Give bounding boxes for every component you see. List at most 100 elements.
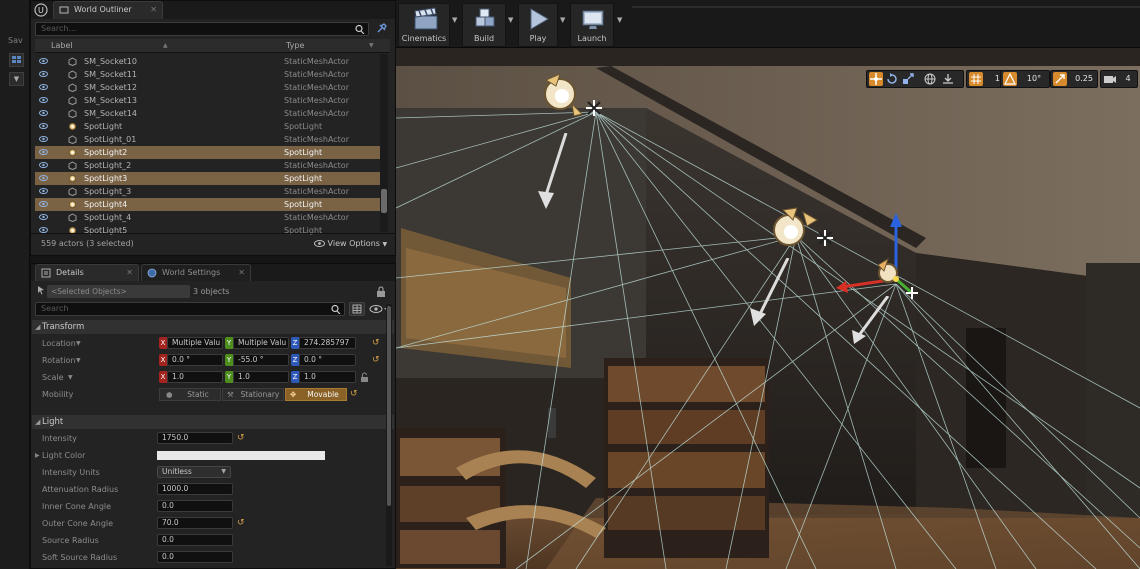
- light-section-header[interactable]: ◢ Light: [32, 415, 394, 429]
- outliner-row[interactable]: SpotLight_4 StaticMeshActor: [35, 211, 380, 224]
- reset-arrow-icon[interactable]: ↺: [372, 354, 382, 366]
- outliner-row[interactable]: SpotLight3 SpotLight: [35, 172, 380, 185]
- transform-section-header[interactable]: ◢ Transform: [32, 320, 394, 334]
- light-color-swatch[interactable]: [157, 451, 325, 460]
- scale-y-field[interactable]: 1.0: [233, 371, 289, 383]
- surface-snap-toggle[interactable]: [941, 72, 955, 86]
- soft-source-radius-field[interactable]: 0.0: [157, 551, 233, 563]
- attenuation-radius-field[interactable]: 1000.0: [157, 483, 233, 495]
- lock-icon[interactable]: [374, 285, 388, 298]
- column-label-header[interactable]: Label: [51, 39, 73, 52]
- outliner-row[interactable]: SpotLight_01 StaticMeshActor: [35, 133, 380, 146]
- location-z-field[interactable]: 274.285797: [299, 337, 356, 349]
- close-icon[interactable]: ✕: [150, 2, 157, 18]
- play-dropdown-icon[interactable]: ▼: [560, 16, 565, 24]
- reset-arrow-icon[interactable]: ↺: [237, 432, 247, 444]
- source-radius-field[interactable]: 0.0: [157, 534, 233, 546]
- outliner-row[interactable]: SM_Socket14 StaticMeshActor: [35, 107, 380, 120]
- rotation-x-field[interactable]: 0.0 °: [167, 354, 223, 366]
- play-button[interactable]: Play: [518, 3, 558, 47]
- visibility-eye-icon[interactable]: [39, 110, 48, 116]
- property-matrix-button[interactable]: [349, 302, 365, 316]
- rotation-z-field[interactable]: 0.0 °: [299, 354, 356, 366]
- visibility-eye-icon[interactable]: [39, 58, 48, 64]
- outliner-settings-button[interactable]: [374, 22, 388, 36]
- outliner-row[interactable]: SM_Socket12 StaticMeshActor: [35, 81, 380, 94]
- launch-dropdown-icon[interactable]: ▼: [617, 16, 622, 24]
- rotation-snap-value[interactable]: 10°: [1019, 71, 1049, 87]
- scale-x-field[interactable]: 1.0: [167, 371, 223, 383]
- outliner-row[interactable]: SpotLight2 SpotLight: [35, 146, 380, 159]
- outer-cone-angle-field[interactable]: 70.0: [157, 517, 233, 529]
- spotlight-actor[interactable]: [536, 70, 606, 140]
- intensity-units-dropdown[interactable]: Unitless ▼: [157, 466, 231, 478]
- rotation-snap-toggle[interactable]: [1003, 72, 1017, 86]
- visibility-eye-icon[interactable]: [39, 175, 48, 181]
- visibility-eye-icon[interactable]: [39, 149, 48, 155]
- mobility-static-button[interactable]: ● Static: [159, 388, 221, 401]
- outliner-row[interactable]: SpotLight_3 StaticMeshActor: [35, 185, 380, 198]
- chevron-down-icon[interactable]: ▼: [369, 39, 374, 52]
- reset-arrow-icon[interactable]: ↺: [372, 337, 382, 349]
- chevron-down-icon[interactable]: ▼: [68, 374, 73, 381]
- camera-speed-value[interactable]: 4: [1119, 71, 1137, 87]
- details-search-input[interactable]: Search: [35, 302, 345, 316]
- rotation-y-field[interactable]: -55.0 °: [233, 354, 289, 366]
- selected-objects-field[interactable]: <Selected Objects>: [47, 285, 190, 298]
- level-viewport[interactable]: 10 10° 0.25 4: [396, 48, 1140, 569]
- outliner-row[interactable]: SM_Socket11 StaticMeshActor: [35, 68, 380, 81]
- camera-speed-button[interactable]: [1103, 72, 1117, 86]
- intensity-field[interactable]: 1750.0: [157, 432, 233, 444]
- scale-lock-icon[interactable]: [360, 372, 369, 385]
- world-local-toggle[interactable]: [923, 72, 937, 86]
- translate-mode-button[interactable]: [869, 72, 883, 86]
- column-type-header[interactable]: Type: [286, 39, 304, 52]
- outliner-search-input[interactable]: Search...: [35, 22, 369, 36]
- mobility-stationary-button[interactable]: ⚒ Stationary: [222, 388, 284, 401]
- visibility-eye-icon[interactable]: [39, 188, 48, 194]
- modes-button[interactable]: [9, 53, 24, 67]
- tab-world-outliner[interactable]: World Outliner ✕: [53, 1, 163, 19]
- visibility-eye-icon[interactable]: [39, 97, 48, 103]
- details-scrollbar-thumb[interactable]: [387, 306, 391, 506]
- selected-spotlight-gizmo[interactable]: [836, 213, 926, 308]
- visibility-eye-icon[interactable]: [39, 84, 48, 90]
- reset-arrow-icon[interactable]: ↺: [237, 517, 247, 529]
- view-options-button[interactable]: View Options ▼: [314, 239, 387, 248]
- grid-snap-toggle[interactable]: [969, 72, 983, 86]
- launch-button[interactable]: Launch: [570, 3, 614, 47]
- chevron-down-icon[interactable]: ▼: [76, 340, 81, 347]
- outliner-scrollbar-thumb[interactable]: [381, 189, 387, 213]
- cinematics-dropdown-icon[interactable]: ▼: [452, 16, 457, 24]
- visibility-eye-icon[interactable]: [39, 123, 48, 129]
- mobility-movable-button[interactable]: ✥ Movable: [285, 388, 347, 401]
- visibility-eye-icon[interactable]: [39, 162, 48, 168]
- close-icon[interactable]: ✕: [126, 265, 133, 281]
- scale-snap-toggle[interactable]: [1053, 72, 1067, 86]
- close-icon[interactable]: ✕: [238, 265, 245, 281]
- cinematics-button[interactable]: Cinematics: [398, 3, 450, 47]
- scale-snap-value[interactable]: 0.25: [1069, 71, 1099, 87]
- visibility-eye-icon[interactable]: [39, 201, 48, 207]
- reset-arrow-icon[interactable]: ↺: [350, 388, 360, 400]
- tab-world-settings[interactable]: World Settings ✕: [141, 264, 251, 281]
- rotate-mode-button[interactable]: [885, 72, 899, 86]
- location-x-field[interactable]: Multiple Valu: [167, 337, 223, 349]
- visibility-eye-icon[interactable]: [39, 136, 48, 142]
- visibility-eye-icon[interactable]: [39, 71, 48, 77]
- outliner-row[interactable]: SpotLight4 SpotLight: [35, 198, 380, 211]
- expand-arrow-icon[interactable]: ▶: [35, 452, 40, 459]
- scale-mode-button[interactable]: [901, 72, 915, 86]
- scale-z-field[interactable]: 1.0: [299, 371, 356, 383]
- visibility-eye-icon[interactable]: [39, 214, 48, 220]
- modes-dropdown-button[interactable]: ▼: [9, 72, 24, 86]
- outliner-row[interactable]: SpotLight_2 StaticMeshActor: [35, 159, 380, 172]
- chevron-down-icon[interactable]: ▼: [76, 357, 81, 364]
- outliner-row[interactable]: SM_Socket10 StaticMeshActor: [35, 55, 380, 68]
- location-y-field[interactable]: Multiple Valu: [233, 337, 289, 349]
- tab-details[interactable]: Details ✕: [35, 264, 139, 281]
- build-dropdown-icon[interactable]: ▼: [508, 16, 513, 24]
- build-button[interactable]: Build: [462, 3, 506, 47]
- outliner-row[interactable]: SpotLight SpotLight: [35, 120, 380, 133]
- inner-cone-angle-field[interactable]: 0.0: [157, 500, 233, 512]
